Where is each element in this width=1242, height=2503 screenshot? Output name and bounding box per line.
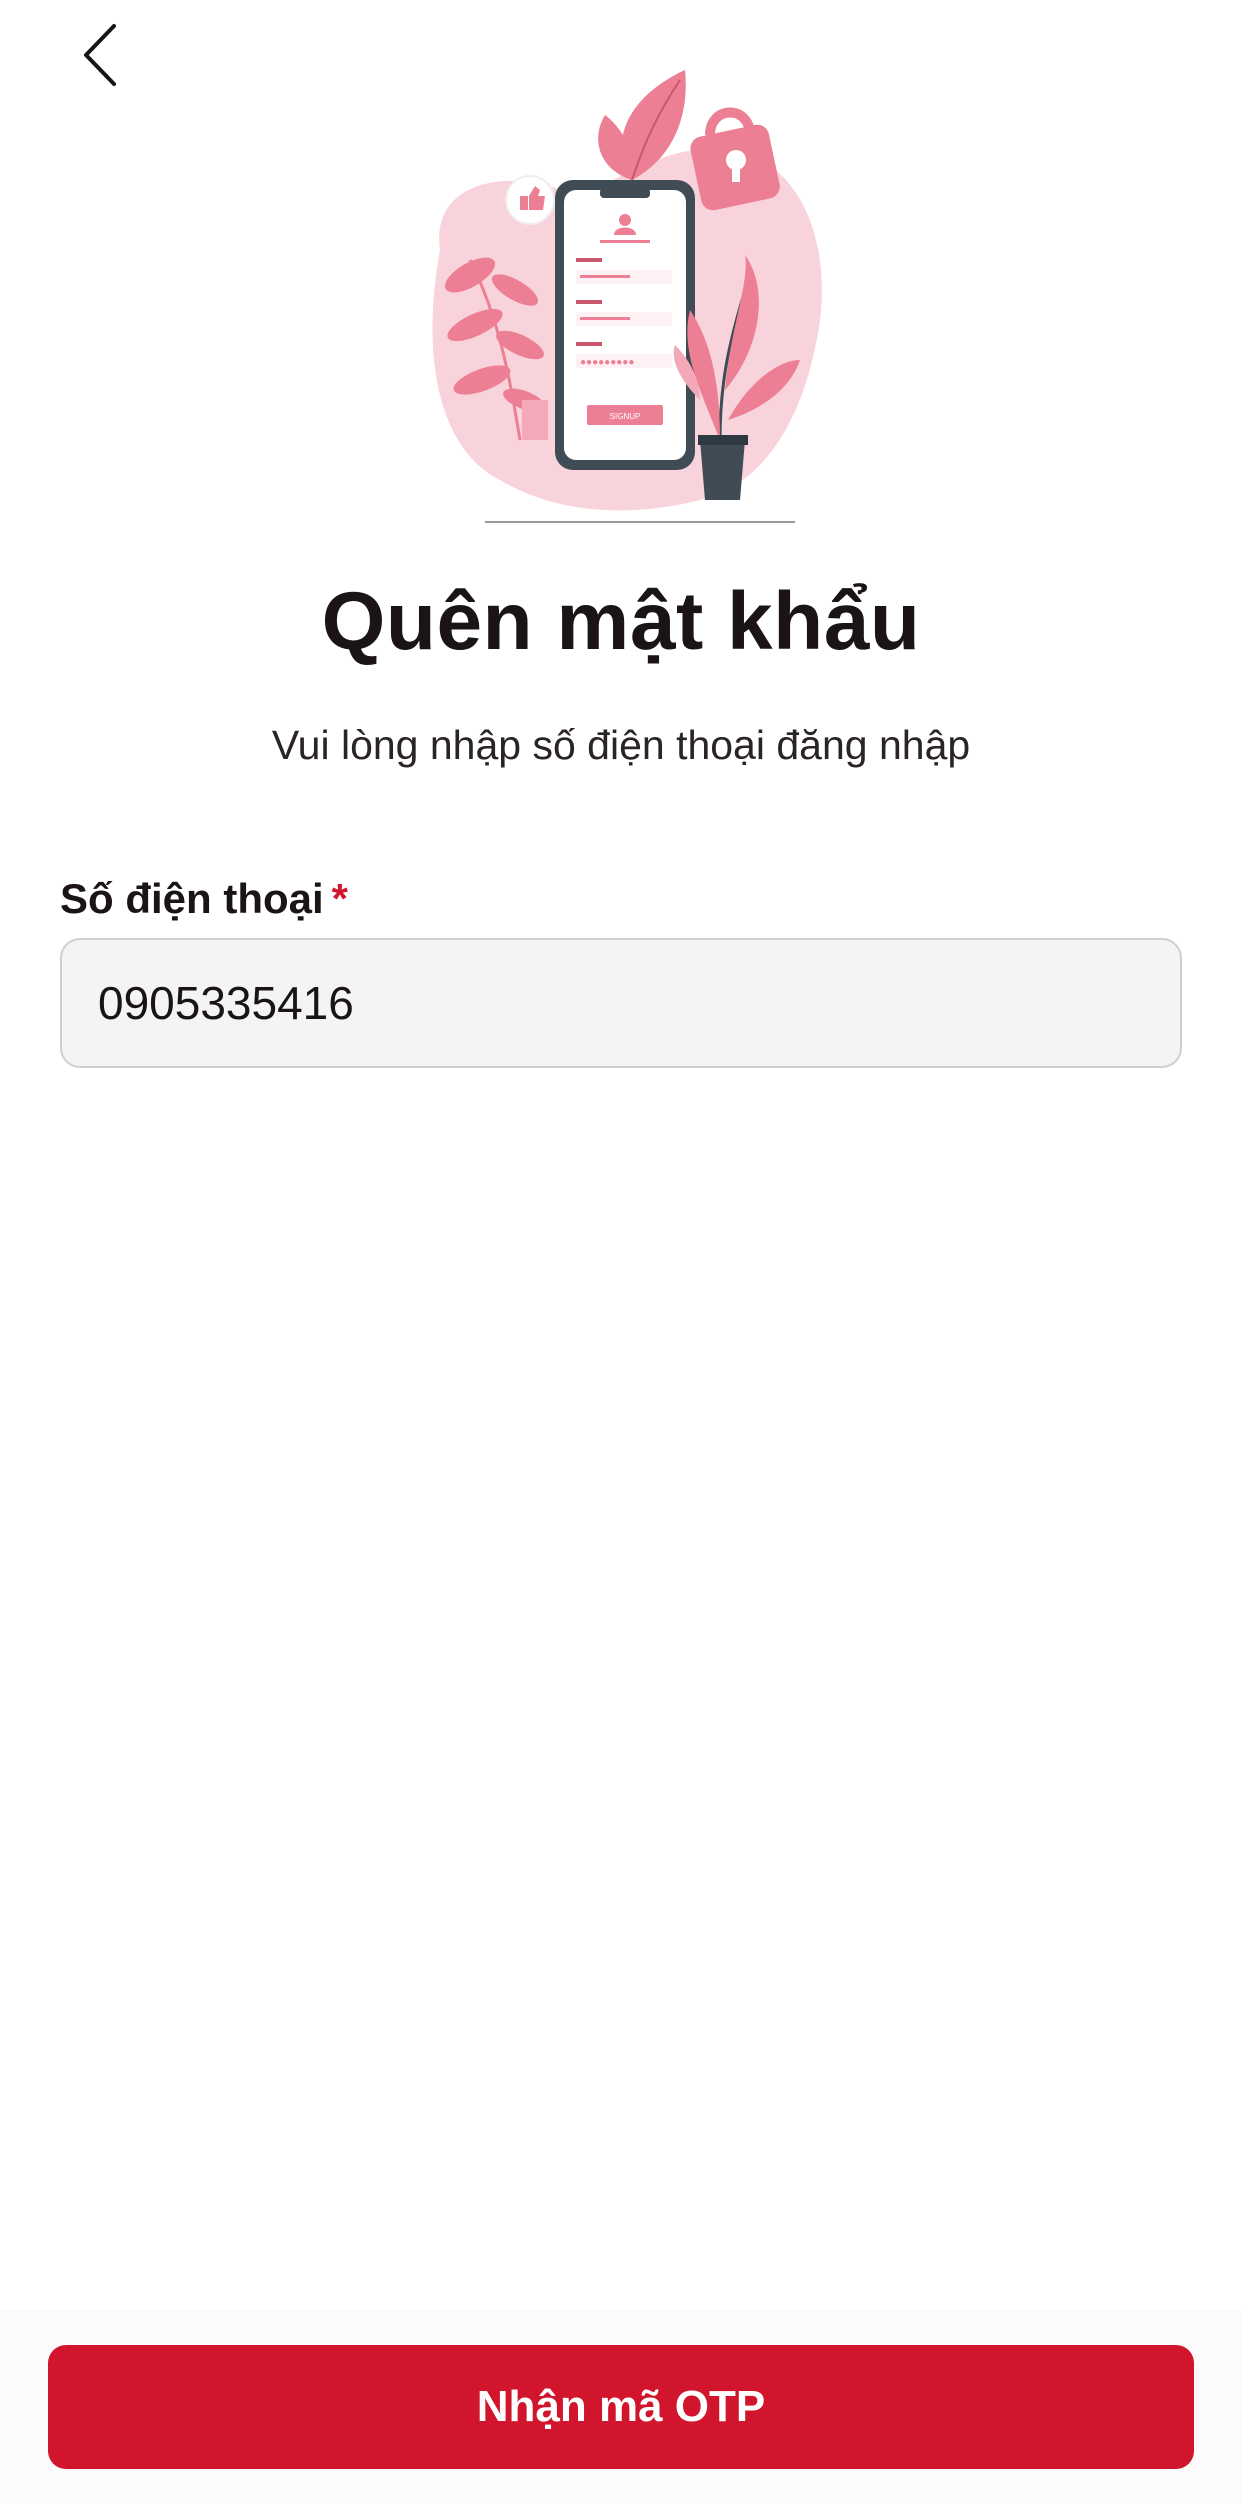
- back-button[interactable]: [60, 20, 140, 90]
- phone-signup-illustration: ●●●●●●●●● SIGNUP: [432, 70, 822, 523]
- required-marker: *: [331, 875, 349, 922]
- page-subtitle: Vui lòng nhập số điện thoại đăng nhập: [271, 722, 971, 768]
- page-title: Quên mật khẩu: [321, 576, 921, 667]
- chevron-left-icon: [84, 24, 116, 86]
- phone-label-text: Số điện thoại: [60, 875, 324, 922]
- phone-field-label: Số điện thoại *: [60, 875, 348, 923]
- get-otp-button[interactable]: Nhận mã OTP: [48, 2345, 1194, 2469]
- signup-illustration-text: SIGNUP: [610, 412, 641, 421]
- forgot-password-screen: ●●●●●●●●● SIGNUP Quên mật khẩu Vui lòng …: [0, 0, 1242, 2503]
- svg-text:●●●●●●●●●: ●●●●●●●●●: [580, 357, 634, 368]
- phone-input[interactable]: [60, 938, 1182, 1068]
